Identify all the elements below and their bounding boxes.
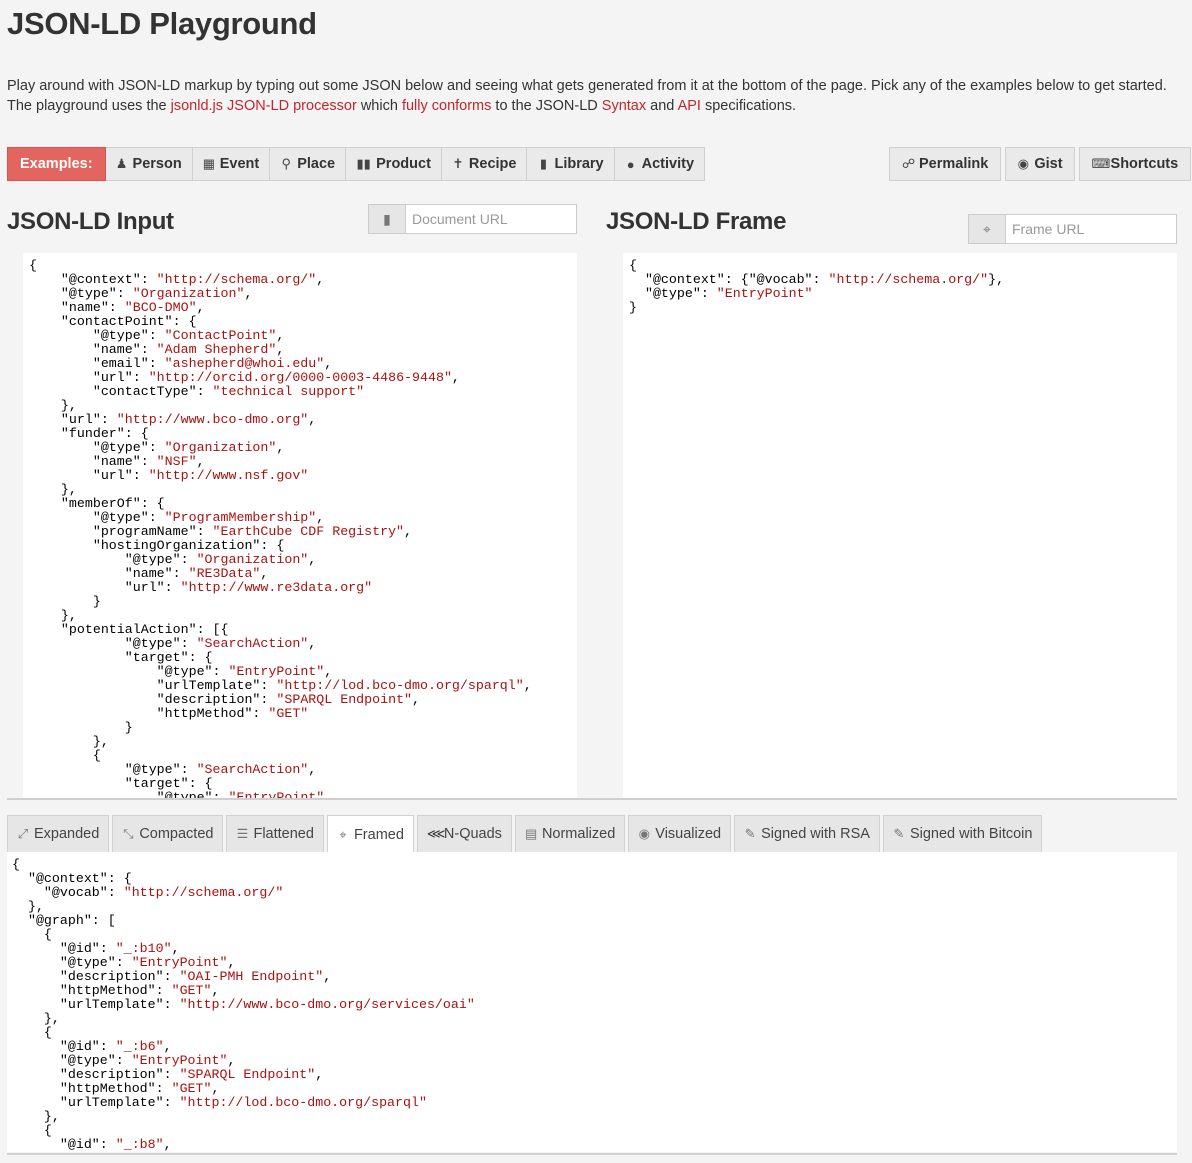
example-activity-button[interactable]: ● Activity [614,147,706,181]
api-link[interactable]: API [678,98,701,114]
output-viewer[interactable]: { "@context": { "@vocab": "http://schema… [7,852,1177,1152]
tab-label: Signed with Bitcoin [909,826,1033,842]
button-label: Person [132,156,182,172]
example-library-button[interactable]: ▮ Library [527,147,615,181]
button-label: Activity [641,156,695,172]
frame-heading: JSON-LD Frame [606,208,787,235]
example-product-button[interactable]: ▮▮ Product [346,147,442,181]
calendar-icon: ▦ [202,156,216,171]
fully-conforms-link[interactable]: fully conforms [402,98,491,114]
tab-normalized[interactable]: ▤ Normalized [514,815,626,852]
bottom-divider [7,1153,1177,1155]
crop-icon[interactable]: ⌖ [968,214,1006,244]
example-event-button[interactable]: ▦ Event [192,147,271,181]
input-heading: JSON-LD Input [7,208,174,235]
tab-framed[interactable]: ⌖ Framed [326,815,414,853]
button-label: Permalink [919,156,989,172]
tab-label: Flattened [253,826,314,842]
tab-flattened[interactable]: ☰ Flattened [226,815,324,852]
tab-visualized[interactable]: ◉ Visualized [628,815,732,852]
keyboard-icon: ⌨ [1091,156,1111,171]
button-label: Event [219,156,260,172]
cutlery-icon: ✝ [452,156,464,171]
intro-part: which [356,98,402,114]
document-url-box: ▮ [368,204,577,234]
frame-url-input[interactable] [1006,214,1177,244]
tab-label: Framed [353,826,404,843]
tab-label: Visualized [655,826,722,842]
button-label: Place [297,156,336,172]
document-url-input[interactable] [406,204,577,234]
example-place-button[interactable]: ⚲ Place [270,147,347,181]
button-label: Library [554,156,604,172]
tab-label: Normalized [541,826,616,842]
tab-signed-bitcoin[interactable]: ✎ Signed with Bitcoin [882,815,1043,852]
intro-part: to the JSON-LD [491,98,602,114]
tab-label: N-Quads [443,826,502,842]
button-label: Shortcuts [1110,156,1179,172]
tab-expanded[interactable]: ⤢ Expanded [7,815,110,852]
pencil-icon: ✎ [744,826,756,841]
pencil-icon: ✎ [893,826,905,841]
example-person-button[interactable]: ♟ Person [105,147,193,181]
tab-nquads[interactable]: ⋘ N-Quads [416,815,512,852]
comment-icon: ● [626,156,635,172]
intro-part: and [646,98,678,114]
output-tabs: ⤢ Expanded ⤡ Compacted ☰ Flattened ⌖ Framed … [7,815,1043,853]
examples-label: Examples: [7,147,106,181]
archive-icon: ▤ [524,826,538,841]
button-label: Gist [1034,156,1063,172]
crop-icon: ⌖ [339,826,347,842]
divider [7,798,1177,800]
tab-label: Compacted [139,826,214,842]
actions-bar: ☍ Permalink ◉ Gist ⌨ Shortcuts [889,147,1192,181]
tab-compacted[interactable]: ⤡ Compacted [112,815,224,852]
expand-icon: ⤢ [17,826,29,841]
tab-signed-rsa[interactable]: ✎ Signed with RSA [734,815,880,852]
link-icon: ☍ [902,156,916,171]
permalink-button[interactable]: ☍ Permalink [889,147,1002,181]
gist-button[interactable]: ◉ Gist [1005,147,1075,181]
button-label: Product [376,156,431,172]
map-marker-icon: ⚲ [281,156,291,171]
jsonld-js-link[interactable]: jsonld.js JSON-LD processor [171,98,357,114]
input-editor[interactable]: { "@context": "http://schema.org/", "@ty… [23,253,577,798]
user-icon: ♟ [115,156,128,171]
examples-bar: Examples: ♟ Person ▦ Event ⚲ Place ▮▮ Produc… [7,147,706,181]
tab-label: Signed with RSA [761,826,870,842]
github-icon: ◉ [1017,156,1029,171]
tab-label: Expanded [34,826,100,842]
shortcuts-button[interactable]: ⌨ Shortcuts [1078,147,1192,181]
share-alt-icon: ⋘ [426,826,446,841]
example-recipe-button[interactable]: ✝ Recipe [441,147,528,181]
intro-text: Play around with JSON-LD markup by typin… [7,76,1182,116]
button-label: Recipe [468,156,517,172]
syntax-link[interactable]: Syntax [602,98,646,114]
compress-icon: ⤡ [123,826,134,841]
eye-icon: ◉ [638,826,650,841]
page-title: JSON-LD Playground [7,6,317,41]
file-icon[interactable]: ▮ [368,204,406,234]
frame-url-box: ⌖ [968,214,1177,244]
list-icon: ☰ [236,826,249,841]
frame-editor[interactable]: { "@context": {"@vocab": "http://schema.… [623,253,1177,798]
intro-part: specifications. [700,98,797,114]
book-icon: ▮ [539,156,548,171]
barcode-icon: ▮▮ [356,156,371,171]
